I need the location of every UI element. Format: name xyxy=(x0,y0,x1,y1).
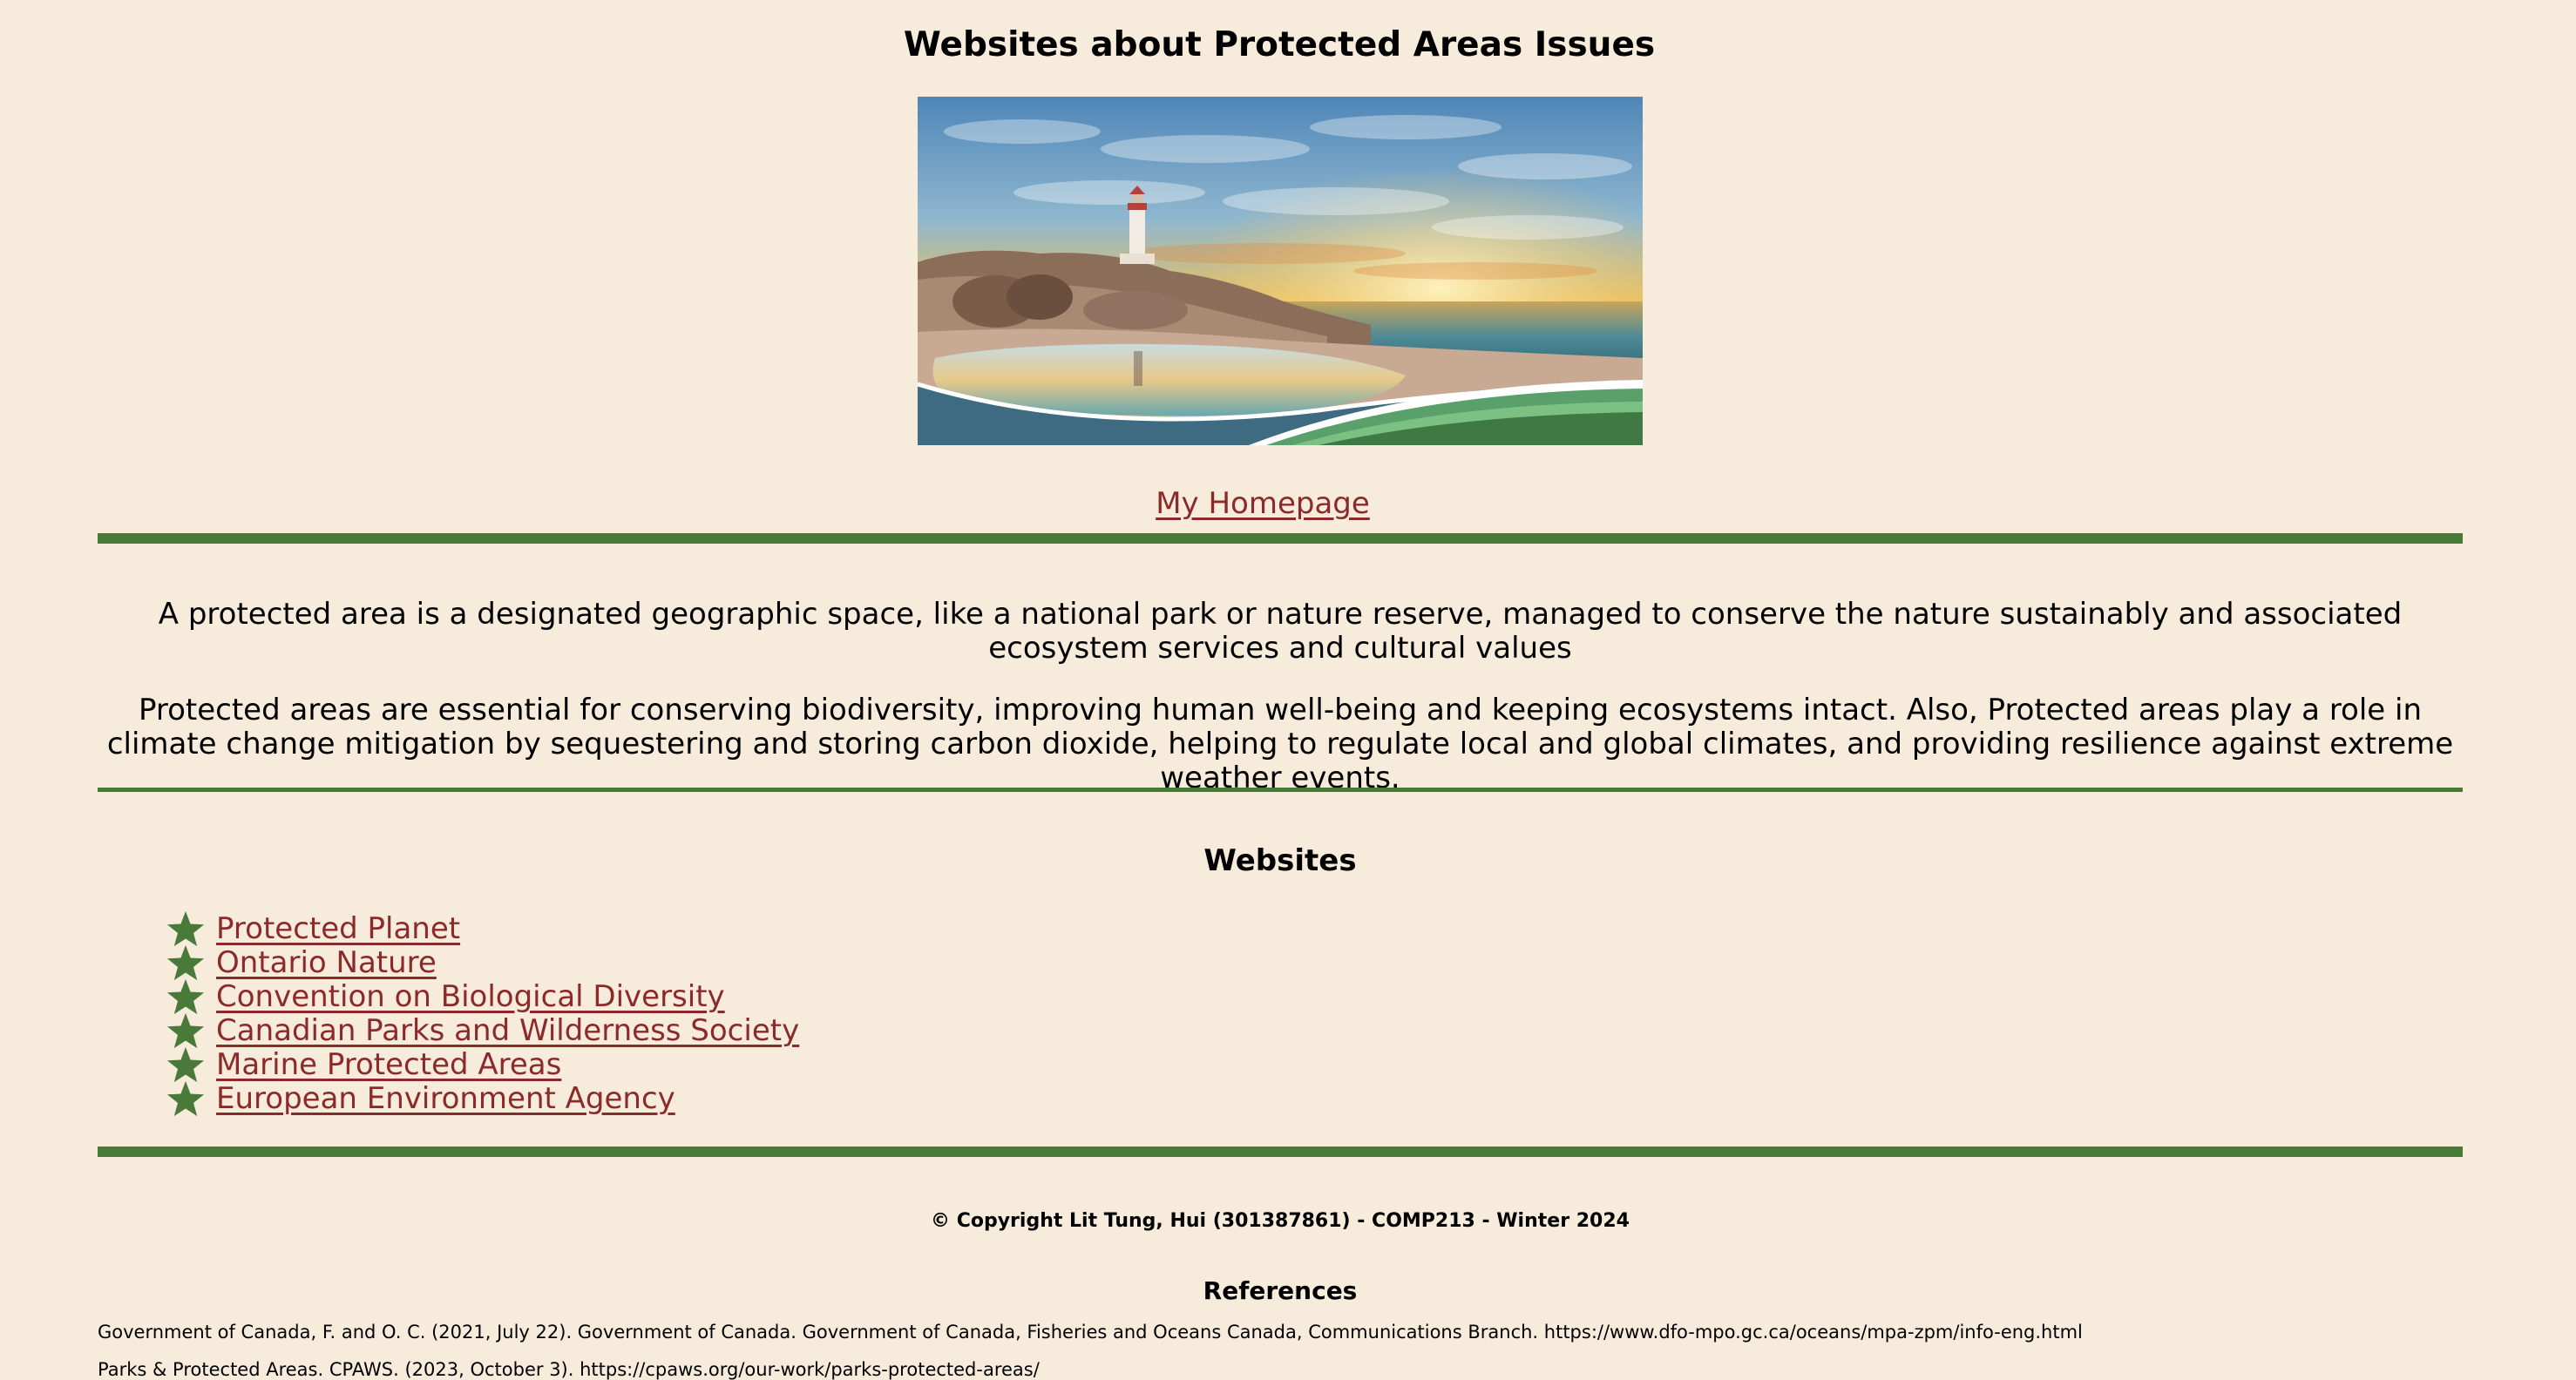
copyright-text: © Copyright Lit Tung, Hui (301387861) - … xyxy=(931,1210,1630,1232)
intro-paragraph-2: Protected areas are essential for conser… xyxy=(106,693,2454,795)
list-item: Ontario Nature xyxy=(166,944,799,980)
list-item: Marine Protected Areas xyxy=(166,1046,799,1082)
list-item: European Environment Agency xyxy=(166,1080,799,1116)
divider-thin xyxy=(98,788,2463,792)
list-item: Protected Planet xyxy=(166,910,799,946)
homepage-link-container: My Homepage xyxy=(0,486,2525,521)
references-heading: References xyxy=(1203,1276,1358,1305)
page: Websites about Protected Areas Issues My… xyxy=(0,0,2576,1380)
intro-section: A protected area is a designated geograp… xyxy=(98,598,2463,666)
website-link-cpaws[interactable]: Canadian Parks and Wilderness Society xyxy=(216,1014,799,1048)
website-link-biological-diversity[interactable]: Convention on Biological Diversity xyxy=(216,980,725,1014)
star-icon xyxy=(166,1080,205,1116)
website-link-protected-planet[interactable]: Protected Planet xyxy=(216,912,460,946)
list-item: Canadian Parks and Wilderness Society xyxy=(166,1012,799,1048)
homepage-link[interactable]: My Homepage xyxy=(1156,486,1370,521)
reference-item: Parks & Protected Areas. CPAWS. (2023, O… xyxy=(98,1359,1040,1380)
website-link-marine-protected-areas[interactable]: Marine Protected Areas xyxy=(216,1048,561,1082)
hero-image xyxy=(918,97,1643,445)
website-link-ontario-nature[interactable]: Ontario Nature xyxy=(216,946,437,980)
divider-thick-top xyxy=(98,533,2463,544)
intro-paragraph-1: A protected area is a designated geograp… xyxy=(158,597,2403,666)
reference-item: Government of Canada, F. and O. C. (2021… xyxy=(98,1322,2083,1343)
divider-thick-bottom xyxy=(98,1147,2463,1157)
list-item: Convention on Biological Diversity xyxy=(166,978,799,1014)
websites-list: Protected Planet Ontario Nature Conventi… xyxy=(166,910,799,1116)
page-title: Websites about Protected Areas Issues xyxy=(903,25,1656,64)
website-link-eea[interactable]: European Environment Agency xyxy=(216,1082,675,1116)
websites-heading: Websites xyxy=(1203,843,1357,878)
intro-section-2: Protected areas are essential for conser… xyxy=(98,693,2463,795)
